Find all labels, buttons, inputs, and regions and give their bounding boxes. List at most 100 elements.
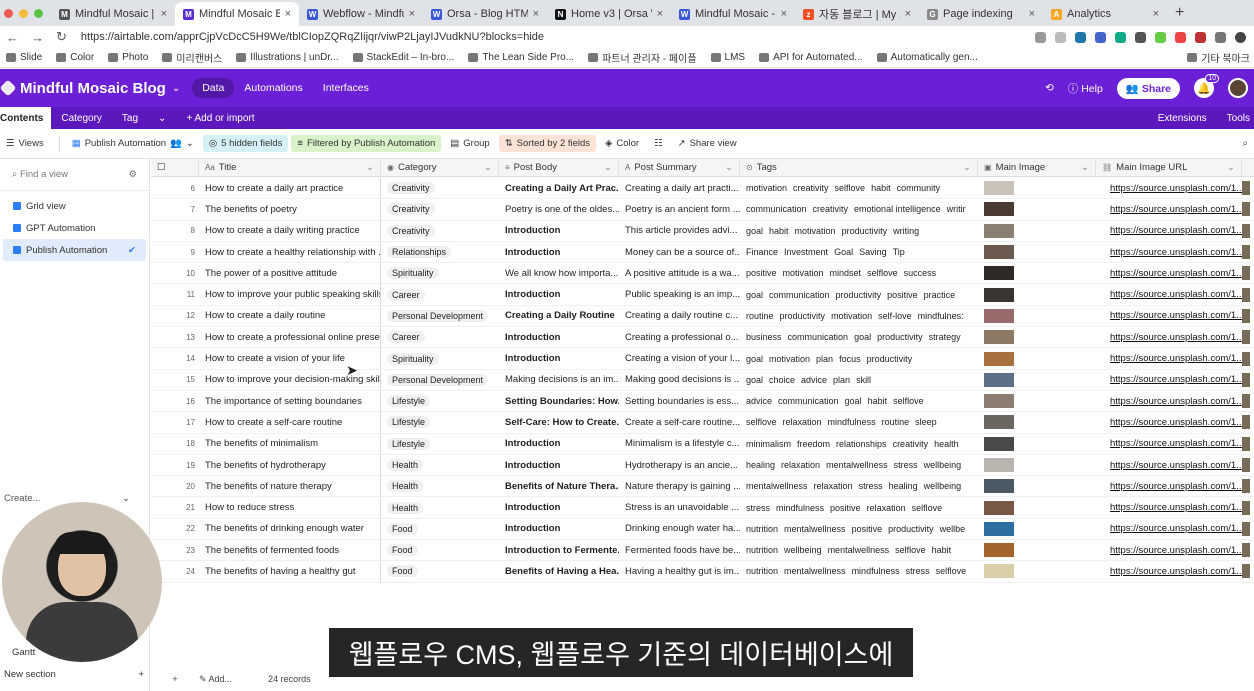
image-thumbnail[interactable] [984, 564, 1014, 579]
post-summary-cell[interactable]: Creating a professional o... [619, 327, 740, 347]
tab-contents[interactable]: Contents [0, 107, 52, 129]
tags-cell[interactable]: nutrition wellbeing mentalwellness selflove… [740, 540, 978, 560]
table-row[interactable]: 12 How to create a daily routine Personal … [151, 305, 1254, 328]
tags-cell[interactable]: advice communication goal habit selflove [740, 391, 978, 411]
post-summary-cell[interactable]: Setting boundaries is ess... [619, 391, 740, 411]
post-body-cell[interactable]: Benefits of Having a Hea... [499, 561, 619, 581]
tags-cell[interactable]: Finance Investment Goal Saving Tip [740, 242, 978, 262]
post-body-cell[interactable]: Introduction [499, 242, 619, 262]
main-image-cell[interactable] [978, 199, 1096, 219]
history-icon[interactable]: ⟲ [1045, 82, 1054, 94]
title-cell[interactable]: The power of a positive attitude [199, 263, 381, 284]
sort-button[interactable]: ⇅ Sorted by 2 fields [498, 135, 597, 152]
profile-icon[interactable] [1235, 31, 1246, 43]
title-cell[interactable]: The benefits of nature therapy [199, 476, 381, 497]
back-icon[interactable]: ← [6, 30, 19, 45]
chevron-down-icon[interactable]: ⌄ [484, 162, 492, 173]
title-cell[interactable]: The benefits of minimalism [199, 433, 381, 454]
browser-tab[interactable]: A Analytics × [1043, 2, 1167, 26]
image-thumbnail[interactable] [984, 287, 1014, 302]
post-body-cell[interactable]: Introduction [499, 434, 619, 454]
title-cell[interactable]: How to create a professional online pres… [199, 327, 381, 348]
main-image-url-link[interactable]: https://source.unsplash.com/1... [1104, 412, 1242, 432]
category-cell[interactable]: Creativity [381, 221, 499, 241]
main-image-url-link[interactable]: https://source.unsplash.com/1... [1104, 434, 1242, 454]
extension-icon[interactable] [1175, 31, 1186, 43]
post-summary-cell[interactable]: Making good decisions is ... [619, 370, 740, 390]
bookmark-item[interactable]: 파트너 관리자 - 페이플 [588, 50, 697, 65]
post-body-cell[interactable]: Introduction [499, 221, 619, 241]
table-row[interactable]: 13 How to create a professional online pr… [151, 327, 1254, 349]
hidden-fields-button[interactable]: ◎ 5 hidden fields [202, 135, 289, 152]
main-image-url-link[interactable]: https://source.unsplash.com/1... [1104, 178, 1242, 198]
new-tab-button[interactable]: + [1167, 4, 1192, 26]
main-image-cell[interactable] [978, 370, 1096, 390]
post-summary-cell[interactable]: Hydrotherapy is an ancie... [619, 455, 740, 475]
image-thumbnail[interactable] [984, 415, 1014, 430]
tags-cell[interactable]: nutrition mentalwellness positive productiv… [740, 519, 978, 539]
bookmark-item[interactable]: StackEdit – In-bro... [352, 52, 454, 63]
column-header[interactable]: ▣ Main Image ⌄ [978, 159, 1096, 177]
table-row[interactable]: 9 How to create a healthy relationship wi… [151, 241, 1254, 264]
category-cell[interactable]: Food [381, 519, 499, 539]
chevron-down-icon[interactable]: ⌄ [963, 162, 971, 173]
forward-icon[interactable]: → [31, 30, 44, 45]
main-image-cell[interactable] [978, 476, 1096, 496]
table-row[interactable]: 24 The benefits of having a healthy gut Fo… [151, 561, 1254, 583]
bookmark-item[interactable]: LMS [710, 52, 745, 63]
image-thumbnail[interactable] [984, 543, 1014, 558]
column-header[interactable]: ⛓ Main Image URL ⌄ [1096, 159, 1242, 177]
main-image-url-link[interactable]: https://source.unsplash.com/1... [1104, 221, 1242, 241]
main-image-url-link[interactable]: https://source.unsplash.com/1... [1104, 370, 1242, 390]
main-image-cell[interactable] [978, 327, 1096, 347]
main-image-url-link[interactable]: https://source.unsplash.com/1... [1104, 497, 1242, 517]
browser-tab[interactable]: G Page indexing × [919, 2, 1043, 26]
image-thumbnail[interactable] [984, 202, 1014, 217]
reload-icon[interactable]: ↻ [56, 29, 67, 45]
category-cell[interactable]: Relationships [381, 242, 499, 262]
title-cell[interactable]: The benefits of having a healthy gut [199, 561, 381, 582]
tags-cell[interactable]: business communication goal productivity str… [740, 327, 978, 347]
column-header[interactable]: Aa Title ⌄ [199, 159, 381, 177]
add-record-button[interactable]: + [151, 674, 199, 684]
column-header[interactable]: ⊙ Tags ⌄ [740, 159, 978, 177]
main-image-cell[interactable] [978, 434, 1096, 454]
image-thumbnail[interactable] [984, 223, 1014, 238]
table-row[interactable]: 22 The benefits of drinking enough water F… [151, 518, 1254, 541]
add-field-button[interactable]: ✎ Add... [199, 674, 232, 685]
close-tab-icon[interactable]: × [657, 8, 663, 20]
main-image-url-link[interactable]: https://source.unsplash.com/1... [1104, 348, 1242, 368]
post-summary-cell[interactable]: Drinking enough water ha... [619, 519, 740, 539]
minimize-window-icon[interactable] [19, 9, 28, 18]
image-thumbnail[interactable] [984, 500, 1014, 515]
title-cell[interactable]: The benefits of drinking enough water [199, 518, 381, 540]
category-cell[interactable]: Lifestyle [381, 391, 499, 411]
sidebar-view-item[interactable]: Grid view [3, 195, 146, 217]
chevron-down-icon[interactable]: ⌄ [366, 162, 374, 173]
table-row[interactable]: 15 How to improve your decision-making sk… [151, 369, 1254, 391]
group-button[interactable]: ▤ Group [444, 135, 495, 152]
category-cell[interactable]: Food [381, 561, 499, 581]
tags-cell[interactable]: goal choice advice plan skill [740, 370, 978, 390]
tools-button[interactable]: Tools [1227, 113, 1250, 124]
select-all-checkbox[interactable]: ☐ [151, 159, 199, 177]
title-cell[interactable]: How to improve your public speaking skil… [199, 284, 381, 305]
table-row[interactable]: 8 How to create a daily writing practice C… [151, 220, 1254, 242]
main-image-cell[interactable] [978, 221, 1096, 241]
table-row[interactable]: 23 The benefits of fermented foods Food Int… [151, 540, 1254, 562]
image-thumbnail[interactable] [984, 372, 1014, 387]
gear-icon[interactable]: ⚙ [128, 169, 137, 180]
post-body-cell[interactable]: We all know how importa... [499, 263, 619, 283]
close-tab-icon[interactable]: × [905, 8, 911, 20]
image-thumbnail[interactable] [984, 479, 1014, 494]
table-row[interactable]: 10 The power of a positive attitude Spirit… [151, 263, 1254, 285]
title-cell[interactable]: The benefits of fermented foods [199, 540, 381, 561]
extension-icon[interactable] [1075, 31, 1086, 43]
puzzle-icon[interactable] [1215, 31, 1226, 43]
tab-category[interactable]: Category [51, 113, 112, 124]
notifications-icon[interactable]: 🔔 10 [1194, 74, 1219, 98]
browser-tab[interactable]: W Webflow - Mindful Mo × [299, 2, 423, 26]
title-cell[interactable]: How to create a self-care routine [199, 412, 381, 433]
post-body-cell[interactable]: Creating a Daily Art Prac... [499, 178, 619, 198]
tags-cell[interactable]: minimalism freedom relationships creativity… [740, 434, 978, 454]
